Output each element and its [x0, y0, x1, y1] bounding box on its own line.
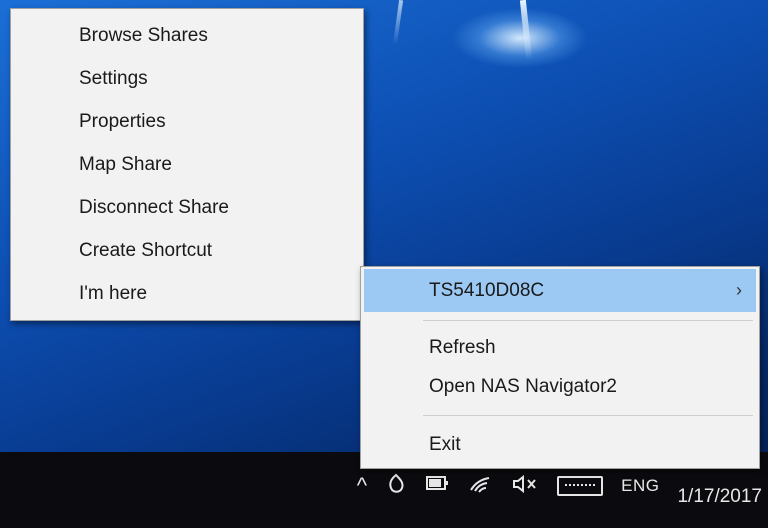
tray-context-menu: TS5410D08C › Refresh Open NAS Navigator2…	[360, 266, 760, 469]
tray-date[interactable]: 1/17/2017	[677, 486, 762, 508]
system-tray: ^ ENG 1/17/2017	[357, 466, 768, 508]
wifi-icon[interactable]	[469, 474, 493, 498]
chevron-up-icon[interactable]: ^	[357, 475, 367, 497]
menu-item-open-nas-navigator[interactable]: Open NAS Navigator2	[361, 367, 759, 407]
battery-icon[interactable]	[425, 474, 451, 498]
menu-separator	[423, 415, 753, 416]
menu-item-create-shortcut[interactable]: Create Shortcut	[11, 229, 363, 272]
menu-item-browse-shares[interactable]: Browse Shares	[11, 14, 363, 57]
menu-item-exit[interactable]: Exit	[361, 424, 759, 466]
wallpaper-light-beam	[519, 0, 533, 61]
menu-item-disconnect-share[interactable]: Disconnect Share	[11, 186, 363, 229]
menu-item-settings[interactable]: Settings	[11, 57, 363, 100]
menu-separator	[423, 320, 753, 321]
volume-muted-icon[interactable]	[511, 474, 539, 498]
menu-item-properties[interactable]: Properties	[11, 100, 363, 143]
device-submenu: Browse Shares Settings Properties Map Sh…	[10, 8, 364, 321]
nas-navigator-icon[interactable]	[385, 473, 407, 499]
menu-item-device[interactable]: TS5410D08C ›	[364, 269, 756, 312]
device-label: TS5410D08C	[429, 280, 545, 301]
keyboard-icon[interactable]	[557, 476, 604, 496]
menu-item-im-here[interactable]: I'm here	[11, 272, 363, 315]
menu-item-refresh[interactable]: Refresh	[361, 329, 759, 367]
language-indicator[interactable]: ENG	[621, 476, 659, 496]
wallpaper-light-beam	[392, 0, 404, 46]
chevron-right-icon: ›	[736, 280, 742, 300]
menu-item-map-share[interactable]: Map Share	[11, 143, 363, 186]
